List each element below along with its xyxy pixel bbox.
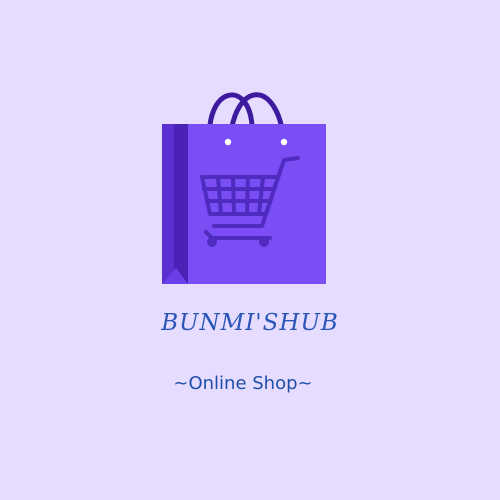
shopping-bag-icon xyxy=(162,92,326,284)
logo: BUNMI'SHUB ~Online Shop~ xyxy=(0,0,500,500)
tagline: ~Online Shop~ xyxy=(173,373,313,394)
brand-name: BUNMI'SHUB xyxy=(161,310,339,336)
